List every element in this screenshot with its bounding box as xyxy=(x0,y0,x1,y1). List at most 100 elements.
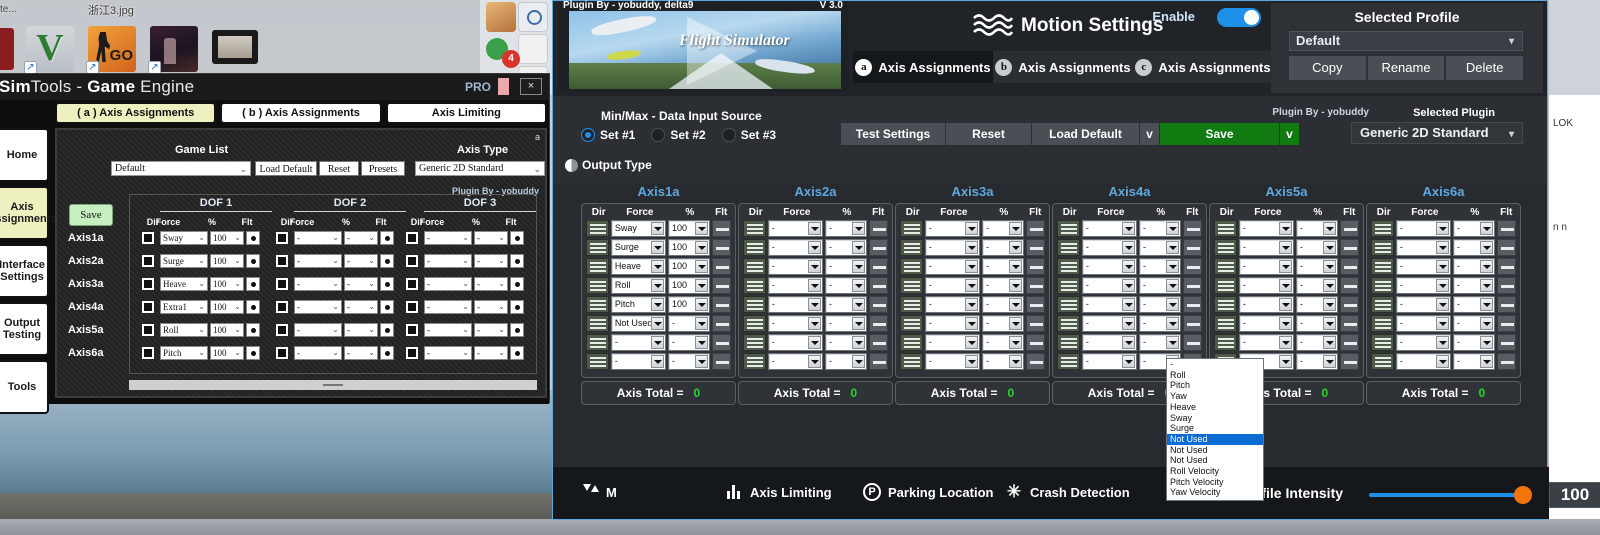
filter-button[interactable] xyxy=(1026,296,1045,313)
force-select[interactable]: - xyxy=(925,353,980,370)
force-select[interactable]: - xyxy=(1239,220,1294,237)
force-select[interactable]: -⌄ xyxy=(294,323,342,337)
force-select[interactable]: - xyxy=(768,239,823,256)
direction-button[interactable] xyxy=(900,258,923,275)
percent-select[interactable]: 100⌄ xyxy=(210,254,244,268)
filter-radio[interactable] xyxy=(246,300,260,314)
percent-select[interactable]: - xyxy=(982,239,1024,256)
percent-select[interactable]: - xyxy=(1296,334,1338,351)
force-select[interactable]: - xyxy=(1239,239,1294,256)
dropdown-option[interactable]: Not Used xyxy=(1167,455,1263,466)
percent-select[interactable]: - xyxy=(668,315,710,332)
force-select[interactable]: Surge⌄ xyxy=(160,254,208,268)
direction-button[interactable] xyxy=(586,239,609,256)
radio-set-2[interactable]: Set #2 xyxy=(651,128,705,142)
dir-checkbox[interactable] xyxy=(142,278,154,290)
force-select[interactable]: - xyxy=(925,315,980,332)
force-select[interactable]: - xyxy=(1396,315,1451,332)
bottom-item-motion[interactable]: M xyxy=(581,483,617,501)
dir-checkbox[interactable] xyxy=(406,324,418,336)
output-type-button[interactable]: Output Type xyxy=(565,158,652,172)
percent-select[interactable]: - xyxy=(982,334,1024,351)
direction-button[interactable] xyxy=(900,315,923,332)
filter-button[interactable] xyxy=(1497,220,1516,237)
percent-select[interactable]: -⌄ xyxy=(474,231,508,245)
dir-checkbox[interactable] xyxy=(276,324,288,336)
force-select[interactable]: - xyxy=(1396,220,1451,237)
dir-checkbox[interactable] xyxy=(276,301,288,313)
search-icon[interactable] xyxy=(518,2,548,32)
bottom-item-parking-location[interactable]: P Parking Location xyxy=(863,483,993,501)
axis-type-select[interactable]: Generic 2D Standard⌄ xyxy=(415,161,545,176)
rename-button[interactable]: Rename xyxy=(1368,56,1445,80)
percent-select[interactable]: - xyxy=(1453,296,1495,313)
percent-select[interactable]: - xyxy=(1453,334,1495,351)
filter-button[interactable] xyxy=(712,353,731,370)
filter-button[interactable] xyxy=(712,258,731,275)
dropdown-option[interactable]: Not Used xyxy=(1167,445,1263,456)
presets-button[interactable]: Presets xyxy=(361,161,405,176)
profile-intensity-value[interactable]: 100 xyxy=(1549,482,1600,508)
filter-radio[interactable] xyxy=(246,323,260,337)
force-select[interactable]: -⌄ xyxy=(294,346,342,360)
force-select[interactable]: - xyxy=(925,296,980,313)
percent-select[interactable]: -⌄ xyxy=(344,323,378,337)
filter-radio[interactable] xyxy=(380,323,394,337)
direction-button[interactable] xyxy=(586,315,609,332)
direction-button[interactable] xyxy=(900,239,923,256)
force-select[interactable]: - xyxy=(768,258,823,275)
direction-button[interactable] xyxy=(1057,315,1080,332)
filter-button[interactable] xyxy=(869,258,888,275)
profile-select[interactable]: Default ▾ xyxy=(1289,31,1523,51)
filter-button[interactable] xyxy=(869,334,888,351)
dropdown-option[interactable]: Yaw xyxy=(1167,391,1263,402)
minimize-button[interactable] xyxy=(498,78,509,95)
filter-radio[interactable] xyxy=(246,277,260,291)
filter-button[interactable] xyxy=(1497,277,1516,294)
gta-v-icon[interactable]: V ↗ xyxy=(26,26,74,72)
profile-intensity-slider[interactable] xyxy=(1369,493,1526,497)
load-default-button[interactable]: Load Default xyxy=(255,161,317,176)
filter-button[interactable] xyxy=(712,296,731,313)
force-select[interactable]: - xyxy=(768,334,823,351)
filter-radio[interactable] xyxy=(510,277,524,291)
filter-radio[interactable] xyxy=(380,231,394,245)
sidebar-item-tools[interactable]: Tools xyxy=(0,360,49,414)
filter-button[interactable] xyxy=(1026,334,1045,351)
dir-checkbox[interactable] xyxy=(406,347,418,359)
force-select[interactable]: Surge xyxy=(611,239,666,256)
percent-select[interactable]: -⌄ xyxy=(344,346,378,360)
percent-select[interactable]: -⌄ xyxy=(474,277,508,291)
dropdown-option[interactable]: Heave xyxy=(1167,402,1263,413)
photo-tile-icon[interactable] xyxy=(486,2,516,32)
percent-select[interactable]: - xyxy=(1139,258,1181,275)
percent-select[interactable]: 100⌄ xyxy=(210,231,244,245)
filter-button[interactable] xyxy=(1183,258,1202,275)
dir-checkbox[interactable] xyxy=(276,278,288,290)
dropdown-option[interactable]: Pitch Velocity xyxy=(1167,477,1263,488)
force-select[interactable]: - xyxy=(925,239,980,256)
force-select[interactable]: Pitch⌄ xyxy=(160,346,208,360)
direction-button[interactable] xyxy=(586,220,609,237)
percent-select[interactable]: -⌄ xyxy=(474,300,508,314)
dir-checkbox[interactable] xyxy=(142,324,154,336)
filter-button[interactable] xyxy=(712,239,731,256)
tab-a-axis-assignments[interactable]: a Axis Assignments xyxy=(853,51,993,83)
direction-button[interactable] xyxy=(1057,353,1080,370)
filter-button[interactable] xyxy=(1026,277,1045,294)
reset-button[interactable]: Reset xyxy=(946,123,1032,145)
direction-button[interactable] xyxy=(1371,239,1394,256)
percent-select[interactable]: 100 xyxy=(668,258,710,275)
save-button[interactable]: Save xyxy=(1160,123,1280,145)
percent-select[interactable]: - xyxy=(825,220,867,237)
force-select[interactable]: - xyxy=(768,220,823,237)
filter-button[interactable] xyxy=(1340,258,1359,275)
filter-button[interactable] xyxy=(869,220,888,237)
percent-select[interactable]: - xyxy=(1139,220,1181,237)
force-select[interactable]: -⌄ xyxy=(424,323,472,337)
force-select[interactable]: Roll xyxy=(611,277,666,294)
filter-button[interactable] xyxy=(1026,220,1045,237)
percent-select[interactable]: - xyxy=(1296,239,1338,256)
slider-knob[interactable] xyxy=(1514,486,1532,504)
filter-button[interactable] xyxy=(712,334,731,351)
